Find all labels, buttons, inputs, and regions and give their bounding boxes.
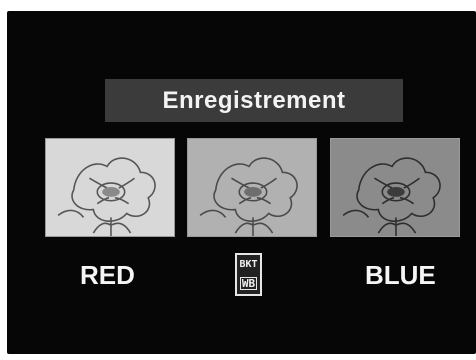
bracket-label-red: RED xyxy=(80,260,135,290)
bkt-icon-line2: WB xyxy=(239,277,258,291)
bracket-label-blue: BLUE xyxy=(365,260,436,290)
flower-image xyxy=(199,157,298,236)
menu-title: Enregistrement xyxy=(162,86,346,114)
preview-red-thumbnail xyxy=(45,138,175,237)
bkt-icon-line1: BKT xyxy=(239,258,258,270)
flower-image xyxy=(57,157,156,236)
bkt-wb-icon: BKT WB xyxy=(235,253,262,296)
camera-screen: Enregistrement RED BKT WB BLUE xyxy=(7,11,476,354)
preview-blue-thumbnail xyxy=(330,138,460,237)
preview-normal-thumbnail xyxy=(187,138,317,237)
flower-image xyxy=(342,157,441,236)
menu-title-bar: Enregistrement xyxy=(105,79,403,122)
